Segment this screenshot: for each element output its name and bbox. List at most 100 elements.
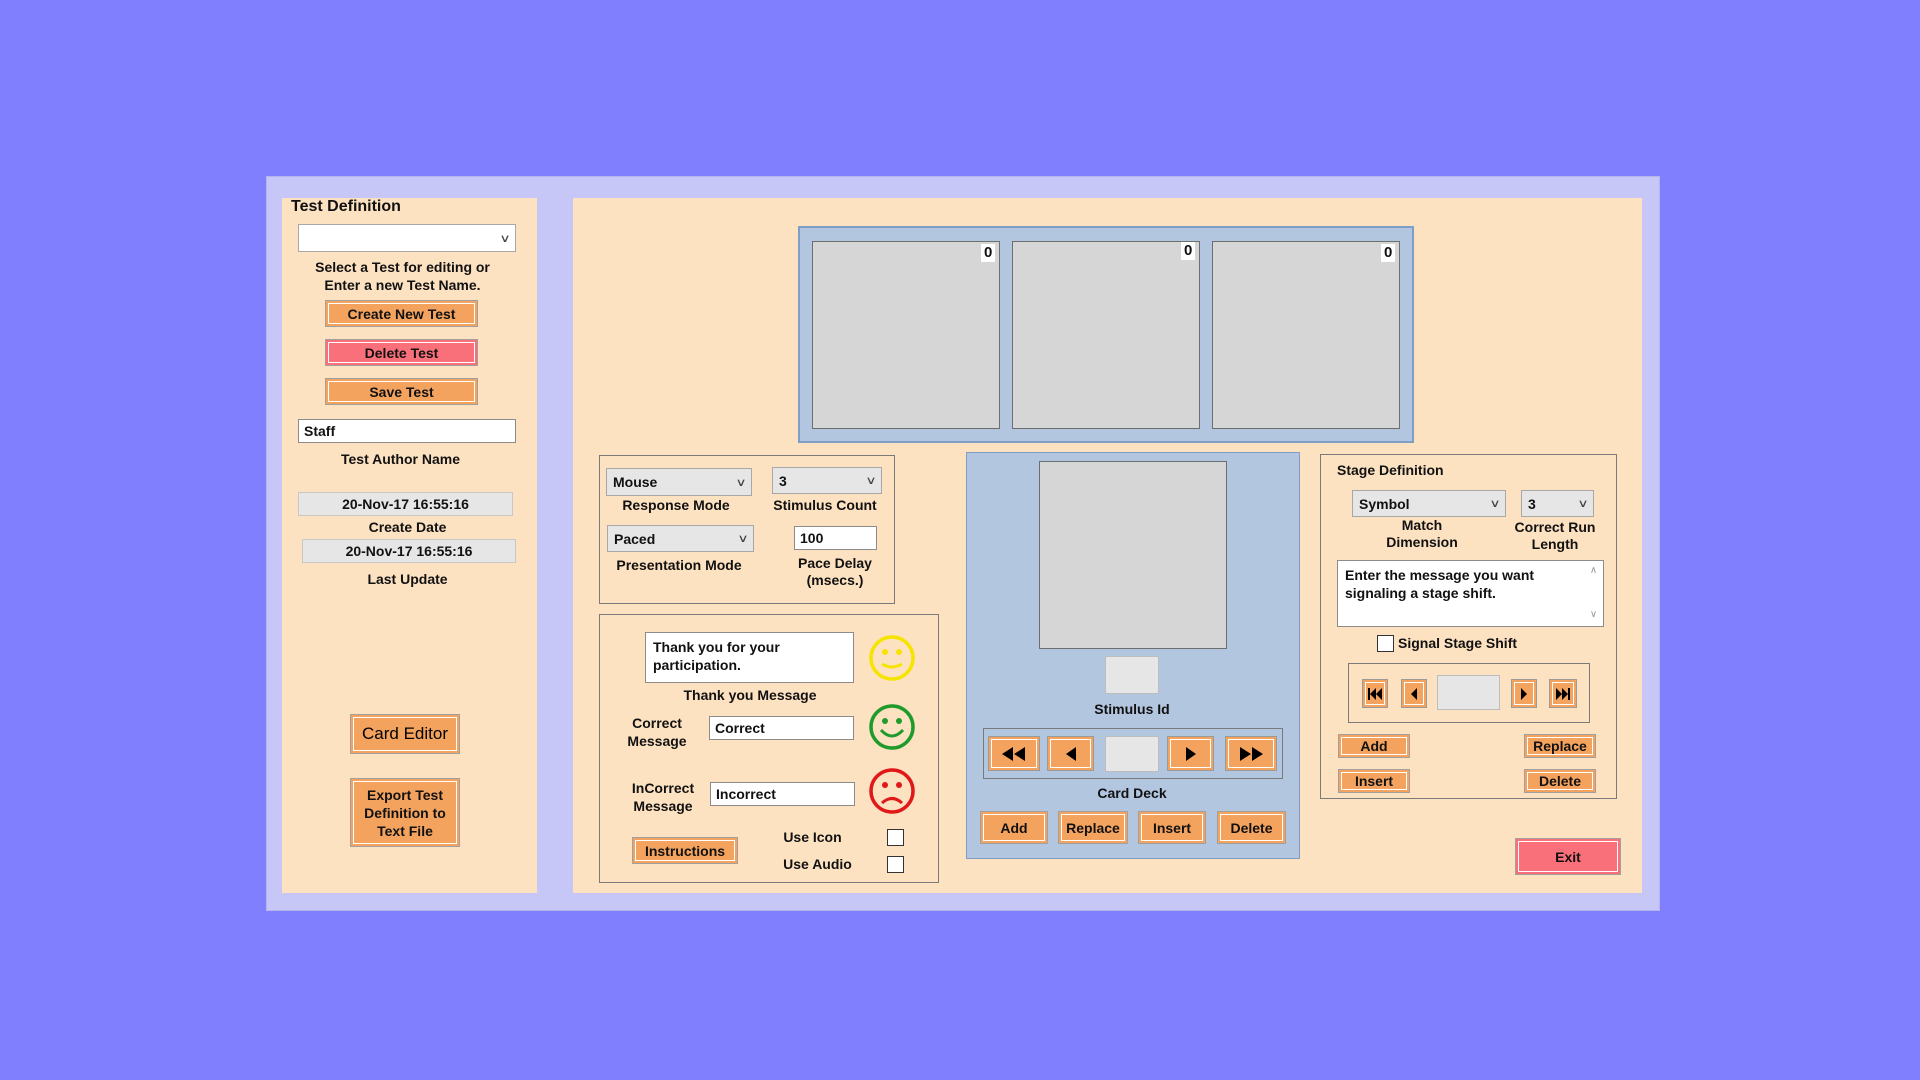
- next-stage-button[interactable]: [1511, 679, 1537, 708]
- stage-message-line2: signaling a stage shift.: [1345, 585, 1496, 601]
- caret-right-icon: [1185, 746, 1196, 761]
- deck-insert-button[interactable]: Insert: [1138, 811, 1206, 844]
- caret-left-icon: [1411, 687, 1417, 700]
- previous-stage-button[interactable]: [1401, 679, 1427, 708]
- previous-card-button[interactable]: [1047, 736, 1094, 771]
- export-line1: Export Test: [367, 786, 443, 803]
- export-line2: Definition to: [364, 804, 446, 821]
- stage-shift-message-input[interactable]: Enter the message you want signaling a s…: [1337, 560, 1604, 627]
- stage-position-field: [1437, 675, 1500, 710]
- neutral-face-icon: [869, 635, 915, 681]
- match-dimension-line1: Match: [1401, 517, 1443, 533]
- next-card-button[interactable]: [1167, 736, 1214, 771]
- pace-delay-label: Pace Delay (msecs.): [780, 555, 890, 589]
- thank-you-line2: participation.: [653, 657, 741, 673]
- stimulus-count-select[interactable]: 3 ∨: [772, 467, 882, 494]
- author-name-label: Test Author Name: [340, 451, 460, 467]
- sad-face-icon: [869, 768, 915, 814]
- stimulus-id-box: [1105, 656, 1159, 694]
- response-mode-label: Response Mode: [622, 497, 730, 513]
- pace-delay-line2: (msecs.): [806, 572, 864, 588]
- rewind-icon: [1002, 746, 1025, 761]
- chevron-down-icon: ∨: [499, 232, 511, 245]
- smile-face-icon: [869, 704, 915, 750]
- chevron-down-icon: ∨: [865, 475, 877, 487]
- delete-test-button[interactable]: Delete Test: [325, 339, 478, 366]
- match-dimension-line2: Dimension: [1386, 534, 1458, 550]
- export-test-definition-button[interactable]: Export Test Definition to Text File: [350, 778, 460, 847]
- presentation-mode-label: Presentation Mode: [616, 557, 742, 573]
- stage-replace-button[interactable]: Replace: [1524, 734, 1596, 758]
- fast-forward-icon: [1240, 746, 1263, 761]
- signal-stage-shift-label: Signal Stage Shift: [1398, 635, 1518, 651]
- correct-run-select[interactable]: 3 ∨: [1521, 490, 1594, 517]
- card-editor-button[interactable]: Card Editor: [350, 714, 460, 754]
- skip-first-icon: [1368, 687, 1382, 700]
- stimulus-card-2[interactable]: [1012, 241, 1200, 429]
- stimulus-count-label: Stimulus Count: [773, 497, 877, 513]
- chevron-down-icon: ∨: [735, 476, 747, 489]
- first-stage-button[interactable]: [1362, 679, 1388, 708]
- correct-label-line2: Message: [627, 733, 687, 749]
- response-mode-select[interactable]: Mouse ∨: [606, 468, 752, 496]
- correct-message-label: Correct Message: [622, 714, 692, 750]
- chevron-down-icon: ∨: [1577, 498, 1589, 510]
- thank-you-line1: Thank you for your: [653, 639, 780, 655]
- signal-stage-shift-checkbox[interactable]: [1377, 635, 1394, 652]
- deck-add-button[interactable]: Add: [980, 811, 1048, 844]
- create-new-test-button[interactable]: Create New Test: [325, 300, 478, 327]
- stage-definition-title: Stage Definition: [1337, 462, 1444, 478]
- exit-button[interactable]: Exit: [1515, 838, 1621, 875]
- use-icon-checkbox[interactable]: [887, 829, 904, 846]
- stage-message-scrollbar[interactable]: ∧ ∨: [1584, 561, 1603, 626]
- card-2-count: 0: [1181, 242, 1196, 260]
- stimulus-count-value: 3: [779, 472, 787, 489]
- stage-message-line1: Enter the message you want: [1345, 567, 1535, 583]
- create-date-label: Create Date: [368, 519, 447, 535]
- incorrect-label-line1: InCorrect: [631, 780, 695, 796]
- test-select[interactable]: ∨: [298, 224, 516, 252]
- instructions-button[interactable]: Instructions: [632, 837, 738, 864]
- correct-message-input[interactable]: Correct: [709, 716, 854, 740]
- last-card-button[interactable]: [1225, 736, 1277, 771]
- stage-delete-button[interactable]: Delete: [1524, 769, 1596, 793]
- last-update-label: Last Update: [367, 571, 448, 587]
- incorrect-message-label: InCorrect Message: [622, 779, 704, 815]
- use-icon-label: Use Icon: [783, 829, 842, 845]
- stage-add-button[interactable]: Add: [1338, 734, 1410, 758]
- stage-insert-button[interactable]: Insert: [1338, 769, 1410, 793]
- stimulus-card-1[interactable]: [812, 241, 1000, 429]
- thank-you-message-input[interactable]: Thank you for your participation.: [645, 632, 854, 683]
- correct-run-line2: Length: [1531, 536, 1579, 552]
- card-position-field: [1105, 736, 1159, 772]
- first-card-button[interactable]: [988, 736, 1040, 771]
- save-test-button[interactable]: Save Test: [325, 378, 478, 405]
- last-update-field: 20-Nov-17 16:55:16: [302, 539, 516, 563]
- scroll-down-icon[interactable]: ∨: [1584, 608, 1603, 622]
- correct-run-line1: Correct Run: [1514, 519, 1596, 535]
- pace-delay-input[interactable]: 100: [794, 526, 877, 550]
- use-audio-checkbox[interactable]: [887, 856, 904, 873]
- caret-left-icon: [1065, 746, 1076, 761]
- deck-card-preview: [1039, 461, 1227, 649]
- select-hint-line2: Enter a new Test Name.: [324, 277, 481, 293]
- match-dimension-label: Match Dimension: [1372, 517, 1472, 551]
- stimulus-id-label: Stimulus Id: [1094, 701, 1170, 717]
- incorrect-label-line2: Message: [633, 798, 693, 814]
- card-1-count: 0: [981, 244, 996, 262]
- scroll-up-icon[interactable]: ∧: [1584, 564, 1603, 578]
- correct-run-label: Correct Run Length: [1505, 519, 1605, 553]
- incorrect-message-input[interactable]: Incorrect: [710, 782, 855, 806]
- deck-replace-button[interactable]: Replace: [1058, 811, 1128, 844]
- match-dimension-select[interactable]: Symbol ∨: [1352, 490, 1506, 517]
- select-hint-line1: Select a Test for editing or: [315, 259, 490, 275]
- author-name-input[interactable]: Staff: [298, 419, 516, 443]
- create-date-field: 20-Nov-17 16:55:16: [298, 492, 513, 516]
- presentation-mode-select[interactable]: Paced ∨: [607, 525, 754, 552]
- deck-delete-button[interactable]: Delete: [1217, 811, 1286, 844]
- export-line3: Text File: [377, 822, 433, 839]
- card-3-count: 0: [1381, 244, 1396, 262]
- match-dimension-value: Symbol: [1359, 495, 1410, 512]
- last-stage-button[interactable]: [1549, 679, 1577, 708]
- stimulus-card-3[interactable]: [1212, 241, 1400, 429]
